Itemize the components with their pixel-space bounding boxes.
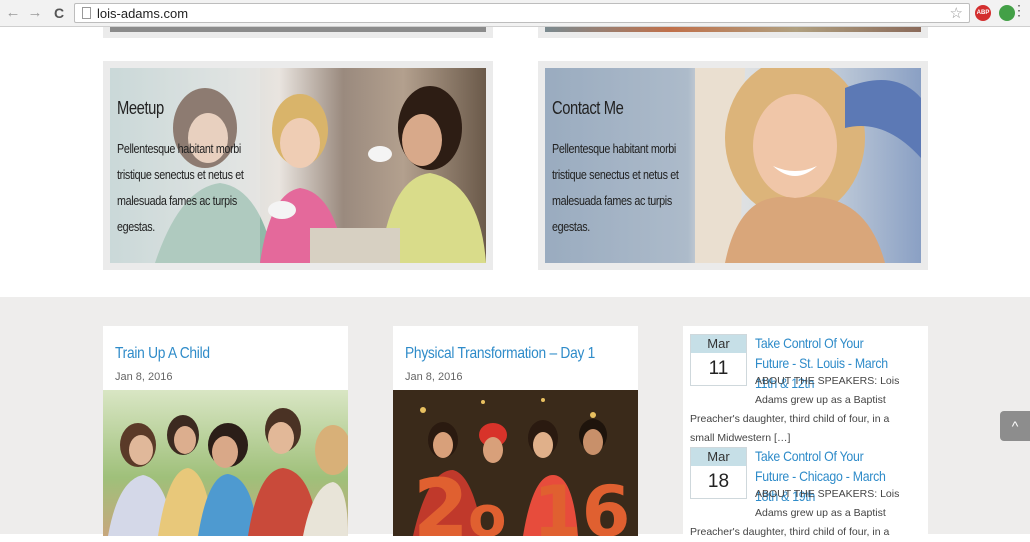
events-widget: Mar 11 Take Control Of Your Future - St.…: [683, 326, 928, 538]
event-month: Mar: [691, 448, 746, 466]
post-image[interactable]: [103, 390, 348, 536]
card-text: Pellentesque habitant morbi tristique se…: [117, 142, 244, 234]
event-excerpt-line: ABOUT THE SPEAKERS: Lois: [755, 375, 900, 387]
meetup-card[interactable]: Meetup Pellentesque habitant morbi trist…: [103, 61, 493, 270]
adblock-icon[interactable]: ABP: [975, 5, 991, 21]
event-excerpt-line: Adams grew up as a Baptist: [755, 394, 886, 406]
card-title: Meetup: [117, 98, 164, 118]
blog-post-card[interactable]: Physical Transformation – Day 1 Jan 8, 2…: [393, 326, 638, 536]
card-bottom-edge: [103, 27, 493, 38]
post-date: Jan 8, 2016: [405, 371, 463, 383]
address-bar[interactable]: lois-adams.com ☆: [74, 3, 970, 23]
classroom-photo: [108, 408, 348, 536]
event-excerpt-line: ABOUT THE SPEAKERS: Lois: [755, 488, 900, 500]
event-excerpt: ABOUT THE SPEAKERS: Lois Adams grew up a…: [690, 372, 922, 448]
svg-text:2: 2: [413, 462, 469, 536]
event-excerpt-line: Preacher's daughter, third child of four…: [690, 526, 890, 538]
menu-icon[interactable]: ⋮: [1012, 2, 1026, 19]
card-text: Pellentesque habitant morbi tristique se…: [552, 142, 679, 234]
event-excerpt-line: Preacher's daughter, third child of four…: [690, 413, 890, 425]
blog-post-card[interactable]: Train Up A Child Jan 8, 2016: [103, 326, 348, 536]
scroll-to-top-button[interactable]: ^: [1000, 411, 1030, 441]
event-excerpt-line: Adams grew up as a Baptist: [755, 507, 886, 519]
card-bottom-edge: [538, 27, 928, 38]
url-text[interactable]: lois-adams.com: [97, 6, 188, 21]
page-icon: [82, 7, 91, 19]
svg-text:16: 16: [533, 471, 630, 536]
post-date: Jan 8, 2016: [115, 371, 173, 383]
forward-icon[interactable]: →: [26, 4, 44, 22]
new-year-party-photo: 2 o 16: [393, 390, 638, 536]
card-title: Contact Me: [552, 98, 624, 118]
reload-icon[interactable]: C: [50, 4, 68, 22]
meetup-image: Meetup Pellentesque habitant morbi trist…: [110, 68, 486, 263]
svg-text:o: o: [468, 485, 506, 536]
bookmark-star-icon[interactable]: ☆: [950, 4, 963, 22]
back-icon[interactable]: ←: [4, 4, 22, 22]
browser-toolbar: ← → C lois-adams.com ☆ ABP ⋮: [0, 0, 1030, 27]
post-image[interactable]: 2 o 16: [393, 390, 638, 536]
contact-card[interactable]: Contact Me Pellentesque habitant morbi t…: [538, 61, 928, 270]
event-excerpt: ABOUT THE SPEAKERS: Lois Adams grew up a…: [690, 485, 922, 542]
contact-image: Contact Me Pellentesque habitant morbi t…: [545, 68, 921, 263]
post-title[interactable]: Physical Transformation – Day 1: [405, 345, 595, 363]
post-title[interactable]: Train Up A Child: [115, 345, 210, 363]
event-month: Mar: [691, 335, 746, 353]
